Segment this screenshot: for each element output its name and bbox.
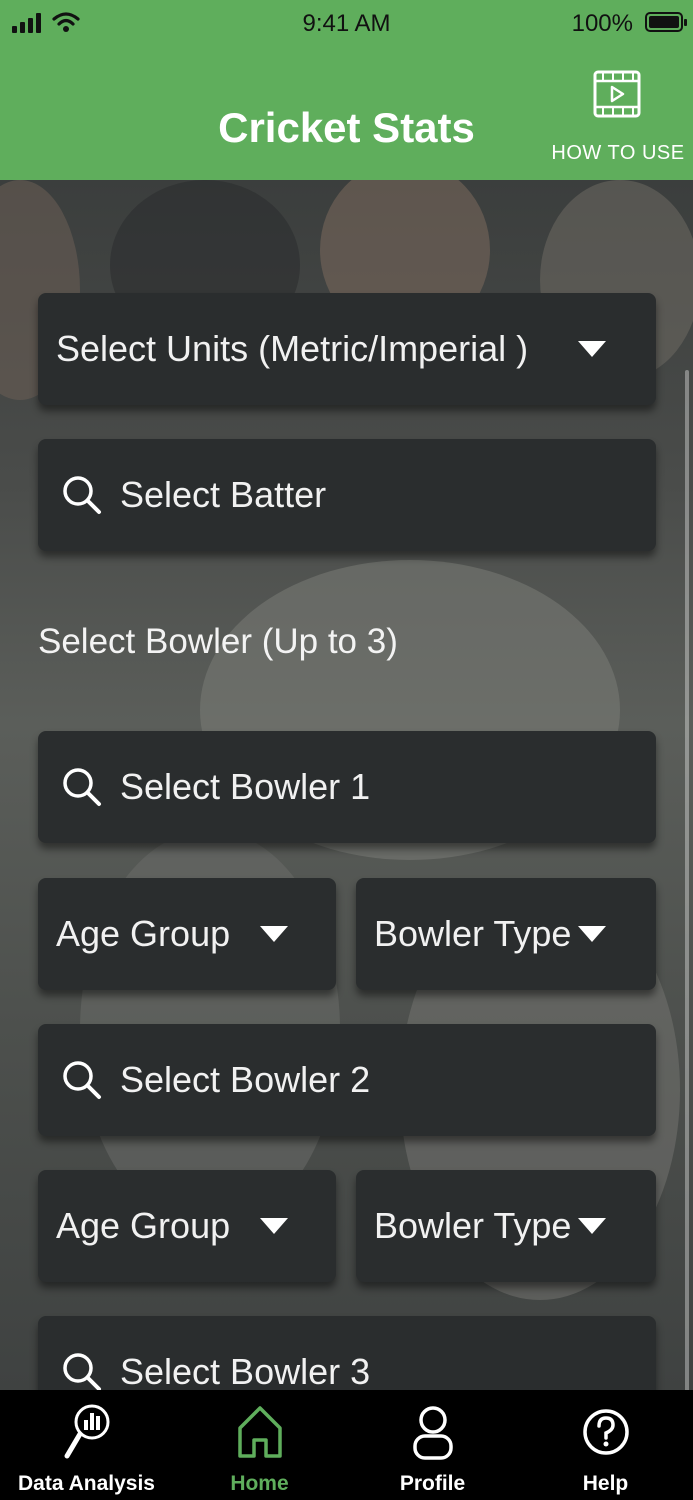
units-select-label: Select Units (Metric/Imperial )	[56, 328, 529, 369]
bowler-2-search-label: Select Bowler 2	[120, 1059, 371, 1100]
home-icon	[237, 1406, 282, 1458]
chevron-down-icon	[260, 1218, 288, 1234]
bowler-2-type-select[interactable]: Bowler Type	[356, 1170, 656, 1282]
data-analysis-icon	[64, 1404, 109, 1459]
search-icon	[63, 1353, 101, 1391]
age-group-label: Age Group	[56, 913, 231, 954]
bowler-1-age-group-select[interactable]: Age Group	[38, 878, 336, 990]
chevron-down-icon	[578, 341, 606, 357]
how-to-use-label: HOW TO USE	[551, 142, 685, 164]
video-icon	[593, 70, 641, 118]
how-to-use-button[interactable]: HOW TO USE	[548, 70, 688, 170]
profile-icon	[412, 1406, 453, 1460]
tab-label: Data Analysis	[18, 1472, 155, 1495]
bowler-1-search[interactable]: Select Bowler 1	[38, 731, 656, 843]
search-icon	[63, 476, 101, 514]
bowler-2-age-group-select[interactable]: Age Group	[38, 1170, 336, 1282]
battery-icon	[645, 12, 687, 32]
batter-search[interactable]: Select Batter	[38, 439, 656, 551]
status-bar: 9:41 AM 100%	[0, 0, 693, 48]
chevron-down-icon	[260, 926, 288, 942]
bowler-section-label: Select Bowler (Up to 3)	[38, 622, 398, 661]
batter-search-label: Select Batter	[120, 474, 327, 515]
bowler-type-label: Bowler Type	[374, 1205, 572, 1246]
chevron-down-icon	[578, 1218, 606, 1234]
search-icon	[63, 768, 101, 806]
bowler-type-label: Bowler Type	[374, 913, 572, 954]
bottom-tab-bar: Data Analysis Home Profile Help	[0, 1390, 693, 1500]
tab-label: Help	[582, 1472, 629, 1495]
search-icon	[63, 1061, 101, 1099]
bowler-1-type-select[interactable]: Bowler Type	[356, 878, 656, 990]
tab-home[interactable]: Home	[173, 1390, 346, 1500]
tab-label: Profile	[399, 1472, 466, 1495]
age-group-label: Age Group	[56, 1205, 231, 1246]
battery-percent: 100%	[571, 10, 633, 37]
tab-profile[interactable]: Profile	[346, 1390, 519, 1500]
units-select[interactable]: Select Units (Metric/Imperial )	[38, 293, 656, 405]
chevron-down-icon	[578, 926, 606, 942]
bowler-1-search-label: Select Bowler 1	[120, 766, 371, 807]
app-header: Cricket Stats HOW TO USE	[0, 48, 693, 180]
help-icon	[582, 1409, 629, 1455]
bowler-2-search[interactable]: Select Bowler 2	[38, 1024, 656, 1136]
tab-data-analysis[interactable]: Data Analysis	[0, 1390, 173, 1500]
tab-help[interactable]: Help	[519, 1390, 692, 1500]
tab-label: Home	[230, 1472, 289, 1495]
